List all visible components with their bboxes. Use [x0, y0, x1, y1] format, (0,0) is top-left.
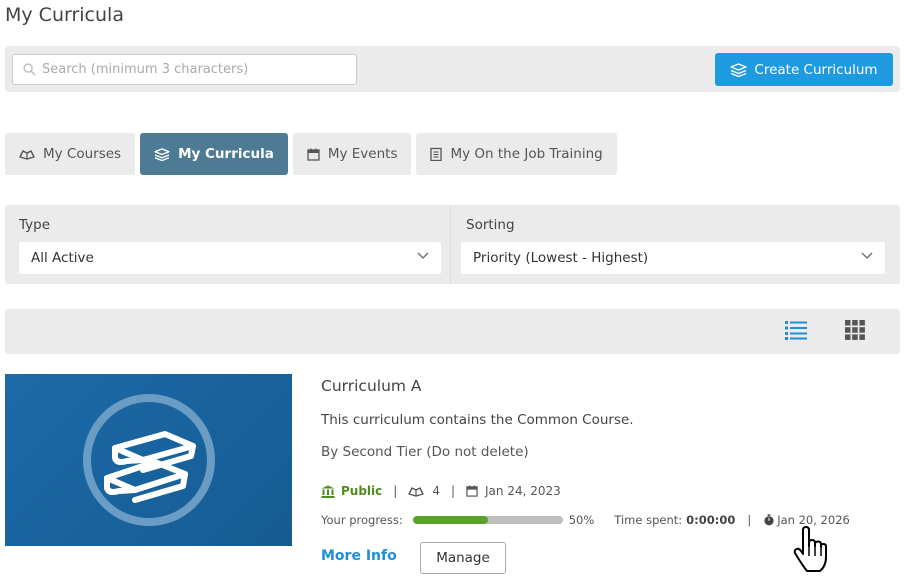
sorting-label: Sorting — [466, 217, 515, 233]
curriculum-thumbnail[interactable] — [5, 374, 292, 546]
chevron-down-icon — [861, 252, 873, 259]
clipboard-icon — [430, 147, 443, 161]
curriculum-description: This curriculum contains the Common Cour… — [321, 412, 634, 428]
view-toggle-bar — [5, 309, 900, 354]
progress-percent: 50% — [568, 513, 595, 527]
hand-pointer-icon — [793, 526, 827, 572]
search-toolbar: Create Curriculum — [5, 46, 900, 92]
curriculum-icon — [154, 147, 170, 161]
tab-my-events[interactable]: My Events — [292, 133, 412, 175]
due-date: Jan 20, 2026 — [777, 513, 850, 527]
meta-separator: | — [747, 513, 752, 527]
search-icon — [23, 63, 36, 76]
sorting-select-value: Priority (Lowest - Highest) — [473, 250, 649, 266]
progress-bar-fill — [412, 516, 488, 524]
books-icon — [83, 394, 215, 526]
page-title: My Curricula — [5, 4, 124, 26]
visibility-status: Public — [341, 484, 383, 498]
progress-label: Your progress: — [321, 513, 403, 527]
books-icon — [408, 487, 425, 497]
filter-panel: Type All Active Sorting Priority (Lowest… — [5, 205, 900, 284]
tab-label: My Events — [327, 146, 398, 162]
calendar-icon — [307, 148, 320, 161]
type-select-value: All Active — [31, 250, 94, 266]
time-spent-label: Time spent: — [614, 513, 683, 527]
books-icon — [19, 150, 35, 160]
tab-bar: My Courses My Curricula My Events My On … — [5, 133, 617, 175]
list-view-icon — [785, 321, 807, 340]
curriculum-title[interactable]: Curriculum A — [321, 377, 422, 395]
search-input[interactable] — [42, 62, 342, 77]
meta-separator: | — [393, 484, 398, 498]
tab-label: My Courses — [43, 146, 122, 162]
tab-label: My On the Job Training — [450, 146, 603, 162]
created-date: Jan 24, 2023 — [485, 484, 561, 498]
stopwatch-icon — [764, 514, 774, 526]
create-curriculum-label: Create Curriculum — [754, 61, 878, 78]
tab-label: My Curricula — [178, 146, 274, 162]
tab-my-curricula[interactable]: My Curricula — [140, 133, 288, 175]
progress-row: Your progress: 50% Time spent: 0:00:00 |… — [321, 513, 850, 527]
list-view-button[interactable] — [785, 320, 807, 344]
progress-bar — [412, 516, 563, 524]
sorting-filter: Sorting Priority (Lowest - Highest) — [452, 205, 900, 284]
manage-button[interactable]: Manage — [420, 542, 506, 574]
search-box[interactable] — [12, 54, 357, 85]
tab-my-on-the-job-training[interactable]: My On the Job Training — [416, 133, 617, 175]
grid-view-button[interactable] — [845, 320, 865, 344]
chevron-down-icon — [417, 252, 429, 259]
curriculum-icon — [730, 62, 748, 77]
grid-view-icon — [845, 320, 865, 340]
create-curriculum-button[interactable]: Create Curriculum — [715, 53, 893, 86]
calendar-icon — [466, 485, 478, 497]
curriculum-meta: Public | 4 | Jan 24, 2023 — [321, 484, 561, 498]
time-spent-value: 0:00:00 — [686, 513, 736, 527]
tab-my-courses[interactable]: My Courses — [5, 133, 136, 175]
more-info-link[interactable]: More Info — [321, 548, 397, 564]
institution-icon — [321, 485, 335, 498]
course-count: 4 — [432, 484, 440, 498]
type-select[interactable]: All Active — [19, 242, 441, 274]
curriculum-author: By Second Tier (Do not delete) — [321, 444, 529, 460]
type-label: Type — [19, 217, 51, 233]
type-filter: Type All Active — [5, 205, 451, 284]
meta-separator: | — [450, 484, 456, 498]
sorting-select[interactable]: Priority (Lowest - Highest) — [461, 242, 885, 274]
